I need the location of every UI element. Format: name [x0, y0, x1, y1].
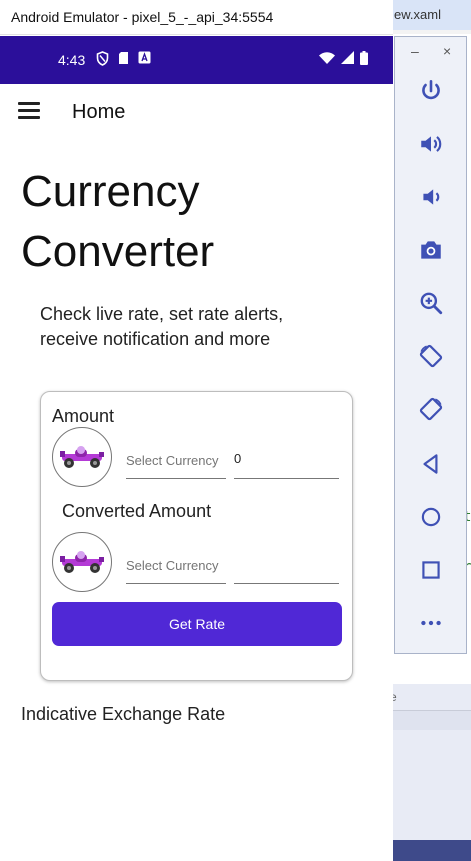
volume-up-icon: [421, 136, 442, 152]
from-currency-placeholder: Select Currency: [126, 453, 219, 468]
to-currency-picker[interactable]: Select Currency: [126, 548, 226, 584]
emulator-titlebar[interactable]: Android Emulator - pixel_5_-_api_34:5554: [0, 0, 393, 35]
status-strip: [380, 840, 471, 861]
lower-pane-strip: [380, 710, 471, 730]
amount-entry[interactable]: [234, 443, 339, 479]
race-car-icon: [60, 551, 104, 573]
volume-up-button[interactable]: [413, 126, 449, 162]
status-time: 4:43: [58, 52, 86, 68]
home-icon: [421, 507, 441, 527]
rotate-right-icon: [419, 397, 443, 421]
header-title-line2: Converter: [21, 227, 215, 276]
header-subtitle: Check live rate, set rate alerts, receiv…: [40, 304, 284, 349]
android-status-bar: 4:43: [0, 36, 393, 84]
editor-tab-bar: ew.xaml: [380, 0, 471, 30]
volume-down-icon: [423, 189, 440, 205]
to-currency-placeholder: Select Currency: [126, 558, 219, 573]
hamburger-menu-icon[interactable]: [18, 102, 40, 120]
editor-tab-title[interactable]: ew.xaml: [394, 7, 441, 22]
back-icon: [423, 454, 438, 474]
text-badge-icon: [138, 51, 151, 64]
toolbar-minimize-button[interactable]: –: [411, 43, 419, 59]
converted-amount-entry[interactable]: [234, 548, 339, 584]
to-currency-avatar[interactable]: [52, 532, 112, 592]
signal-icon: [341, 51, 354, 64]
from-currency-avatar[interactable]: [52, 427, 112, 487]
status-notification-icons: [96, 51, 151, 66]
power-button[interactable]: [413, 73, 449, 109]
toolbar-window-controls: – ×: [395, 37, 466, 67]
from-currency-picker[interactable]: Select Currency: [126, 443, 226, 479]
header-title-line1: Currency: [21, 167, 200, 216]
amount-label: Amount: [52, 406, 115, 426]
camera-icon: [421, 241, 441, 259]
rotate-left-button[interactable]: [413, 338, 449, 374]
screenshot-button[interactable]: [413, 232, 449, 268]
emulator-toolbar: – ×: [394, 36, 467, 654]
battery-icon: [360, 51, 368, 65]
overview-icon: [422, 561, 440, 579]
sd-card-icon: [119, 52, 128, 64]
emulator-window: Android Emulator - pixel_5_-_api_34:5554…: [0, 0, 393, 861]
back-button[interactable]: [413, 446, 449, 482]
status-system-icons: [319, 51, 368, 65]
get-rate-button[interactable]: Get Rate: [52, 602, 342, 646]
amount-input[interactable]: [234, 451, 334, 466]
editor-lower-pane: e: [380, 684, 471, 861]
converted-amount-input[interactable]: [234, 556, 334, 571]
wifi-icon: [319, 52, 335, 64]
zoom-icon: [420, 292, 443, 315]
shield-icon: [96, 51, 109, 66]
zoom-button[interactable]: [413, 285, 449, 321]
indicative-rate-label: Indicative Exchange Rate: [21, 704, 226, 724]
more-icon: [421, 620, 441, 626]
more-button[interactable]: [413, 605, 449, 641]
rotate-left-icon: [419, 344, 443, 368]
overview-button[interactable]: [413, 552, 449, 588]
home-button[interactable]: [413, 499, 449, 535]
converted-amount-label: Converted Amount: [62, 501, 212, 521]
race-car-icon: [60, 446, 104, 468]
toolbar-close-button[interactable]: ×: [443, 43, 451, 59]
emulator-window-title: Android Emulator - pixel_5_-_api_34:5554: [11, 9, 274, 25]
converter-card: Amount Select Currency Converted Amount: [40, 391, 353, 681]
power-icon: [422, 79, 440, 100]
volume-down-button[interactable]: [413, 179, 449, 215]
page-title: Home: [72, 101, 126, 123]
rotate-right-button[interactable]: [413, 391, 449, 427]
app-bar: Home: [0, 84, 393, 140]
